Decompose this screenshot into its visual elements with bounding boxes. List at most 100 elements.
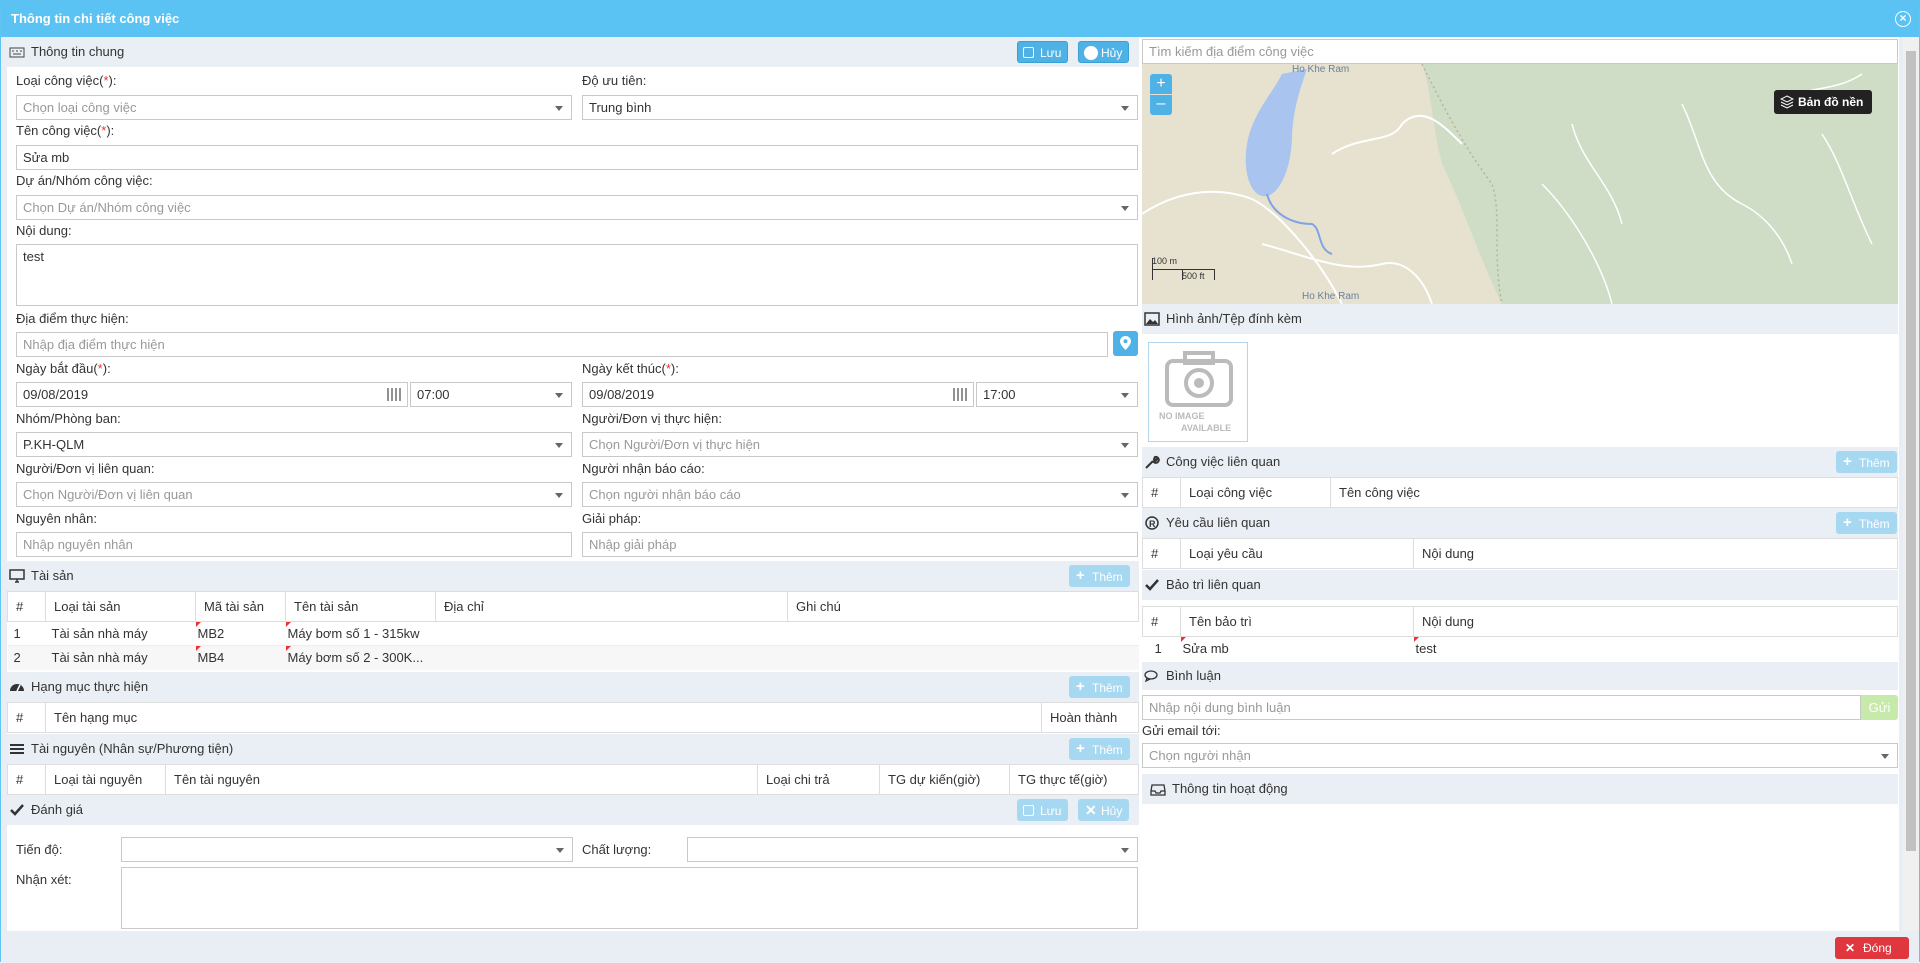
send-comment-button[interactable]: Gửi xyxy=(1861,695,1898,720)
table-row[interactable]: 1 Tài sản nhà máy MB2 Máy bơm số 1 - 315… xyxy=(7,621,1139,646)
quality-select[interactable] xyxy=(687,837,1138,862)
zoom-in-button[interactable]: + xyxy=(1150,74,1172,94)
end-date-label: Ngày kết thúc(*): xyxy=(582,361,679,376)
section-related-jobs: Công việc liên quan + Thêm xyxy=(1142,447,1898,477)
keyboard-icon xyxy=(9,47,25,58)
save-button[interactable]: Lưu xyxy=(1017,41,1069,63)
section-comments-title: Bình luận xyxy=(1166,668,1221,683)
add-related-request-button[interactable]: + Thêm xyxy=(1836,512,1897,534)
section-evaluation-title: Đánh giá xyxy=(31,802,84,817)
job-name-input[interactable]: Sửa mb xyxy=(16,145,1138,170)
cell xyxy=(435,645,788,670)
col-header: Loại tài nguyên xyxy=(45,764,166,795)
solution-input[interactable]: Nhập giải pháp xyxy=(582,532,1138,557)
priority-select[interactable]: Trung bình xyxy=(582,95,1138,120)
section-activity: Thông tin hoạt động xyxy=(1142,774,1898,804)
content-textarea[interactable]: test xyxy=(16,244,1138,306)
col-header: Loại yêu cầu xyxy=(1180,538,1414,569)
no-image-placeholder[interactable]: NO IMAGE AVAILABLE xyxy=(1148,342,1248,442)
resources-header-row: # Loại tài nguyên Tên tài nguyên Loại ch… xyxy=(7,764,1139,795)
table-row[interactable]: 2 Tài sản nhà máy MB4 Máy bơm số 2 - 300… xyxy=(7,645,1139,670)
table-row[interactable]: 1 Sửa mb test xyxy=(1142,636,1898,661)
calendar-icon[interactable] xyxy=(387,388,401,401)
email-label: Gửi email tới: xyxy=(1142,723,1221,738)
priority-label: Độ ưu tiên: xyxy=(582,73,647,88)
section-attachments: Hình ảnh/Tệp đính kèm xyxy=(1142,304,1898,334)
col-header: # xyxy=(1142,477,1181,508)
tasks-table: # Tên hạng mục Hoàn thành xyxy=(7,702,1139,733)
location-input[interactable]: Nhập địa điểm thực hiện xyxy=(16,332,1108,357)
related-label: Người/Đơn vị liên quan: xyxy=(16,461,155,476)
progress-label: Tiến độ: xyxy=(16,842,63,857)
related-requests-header-row: # Loại yêu cầu Nội dung xyxy=(1142,538,1898,569)
cell: Tài sản nhà máy xyxy=(45,621,196,646)
project-label: Dự án/Nhóm công việc: xyxy=(16,173,153,188)
col-header: Tên tài nguyên xyxy=(165,764,758,795)
cell: Máy bơm số 2 - 300K... xyxy=(285,645,436,670)
add-resource-button[interactable]: + Thêm xyxy=(1069,738,1130,760)
col-header: Tên bảo trì xyxy=(1180,606,1414,637)
dept-select[interactable]: P.KH-QLM xyxy=(16,432,572,457)
scrollbar-thumb[interactable] xyxy=(1906,51,1916,851)
assets-header-row: # Loại tài sản Mã tài sản Tên tài sản Đị… xyxy=(7,591,1139,622)
col-header: Nội dung xyxy=(1413,538,1898,569)
start-date-input[interactable]: 09/08/2019 xyxy=(16,382,408,407)
eval-cancel-button[interactable]: ✕ Hủy xyxy=(1078,799,1130,821)
comment-textarea[interactable] xyxy=(121,867,1138,929)
progress-select[interactable] xyxy=(121,837,573,862)
section-comments: Bình luận xyxy=(1142,662,1898,690)
check-icon xyxy=(1145,579,1159,591)
email-recipient-select[interactable]: Chọn người nhận xyxy=(1142,743,1898,768)
layers-icon xyxy=(1780,95,1794,109)
reporter-label: Người nhận báo cáo: xyxy=(582,461,705,476)
add-task-button[interactable]: + Thêm xyxy=(1069,676,1130,698)
dialog-footer: ✕ Đóng xyxy=(1,931,1919,963)
maintenance-table: # Tên bảo trì Nội dung 1 Sửa mb test xyxy=(1142,606,1898,661)
inbox-icon xyxy=(1150,784,1166,796)
cause-input[interactable]: Nhập nguyên nhân xyxy=(16,532,572,557)
col-header: Mã tài sản xyxy=(195,591,286,622)
project-select[interactable]: Chọn Dự án/Nhóm công việc xyxy=(16,195,1138,220)
close-icon[interactable]: × xyxy=(1895,11,1911,27)
cancel-button[interactable]: Hủy xyxy=(1078,41,1130,63)
related-jobs-table: # Loại công việc Tên công việc xyxy=(1142,477,1898,508)
executor-select[interactable]: Chọn Người/Đơn vị thực hiện xyxy=(582,432,1138,457)
related-select[interactable]: Chọn Người/Đơn vị liên quan xyxy=(16,482,572,507)
dashboard-icon xyxy=(10,684,24,692)
zoom-out-button[interactable]: – xyxy=(1150,95,1172,115)
section-related-jobs-title: Công việc liên quan xyxy=(1166,454,1281,469)
cell: Máy bơm số 1 - 315kw xyxy=(285,621,436,646)
base-map-button[interactable]: Bản đồ nền xyxy=(1774,90,1872,114)
section-tasks-title: Hạng mục thực hiện xyxy=(31,679,149,694)
assets-table: # Loại tài sản Mã tài sản Tên tài sản Đị… xyxy=(7,591,1139,670)
col-header: # xyxy=(1142,606,1181,637)
col-header: Tên công việc xyxy=(1330,477,1898,508)
comments-icon xyxy=(1144,670,1158,683)
end-date-input[interactable]: 09/08/2019 xyxy=(582,382,974,407)
dialog-content: Thông tin chung Lưu Hủy Loại công việc(*… xyxy=(7,37,1899,931)
comment-input[interactable]: Nhập nội dung bình luận xyxy=(1142,695,1861,720)
reporter-select[interactable]: Chọn người nhận báo cáo xyxy=(582,482,1138,507)
add-asset-button[interactable]: + Thêm xyxy=(1069,565,1130,587)
job-type-select[interactable]: Chọn loại công việc xyxy=(16,95,572,120)
map-view[interactable]: Ho Khe Ram Ho Khe Ram + – Bản đồ nền 100… xyxy=(1142,64,1898,304)
section-evaluation: Đánh giá Lưu ✕ Hủy xyxy=(7,795,1139,825)
calendar-icon[interactable] xyxy=(953,388,967,401)
add-related-job-button[interactable]: + Thêm xyxy=(1836,451,1897,473)
job-detail-dialog: Thông tin chi tiết công việc × Thông tin… xyxy=(0,0,1920,963)
end-time-select[interactable]: 17:00 xyxy=(976,382,1138,407)
eval-save-button[interactable]: Lưu xyxy=(1017,799,1069,821)
close-dialog-button[interactable]: ✕ Đóng xyxy=(1835,937,1909,959)
map-pin-button[interactable] xyxy=(1113,331,1138,356)
scrollbar[interactable] xyxy=(1903,37,1919,931)
list-icon xyxy=(10,744,24,754)
cell: 1 xyxy=(7,621,46,646)
related-requests-table: # Loại yêu cầu Nội dung xyxy=(1142,538,1898,569)
map-place-label-2: Ho Khe Ram xyxy=(1302,291,1359,302)
map-search-input[interactable]: Tìm kiếm địa điểm công việc xyxy=(1142,39,1898,64)
job-name-label: Tên công việc(*): xyxy=(16,123,115,138)
col-header: Loại tài sản xyxy=(45,591,196,622)
start-time-select[interactable]: 07:00 xyxy=(410,382,572,407)
section-related-requests: R Yêu cầu liên quan + Thêm xyxy=(1142,508,1898,538)
section-assets: Tài sản + Thêm xyxy=(7,561,1139,591)
